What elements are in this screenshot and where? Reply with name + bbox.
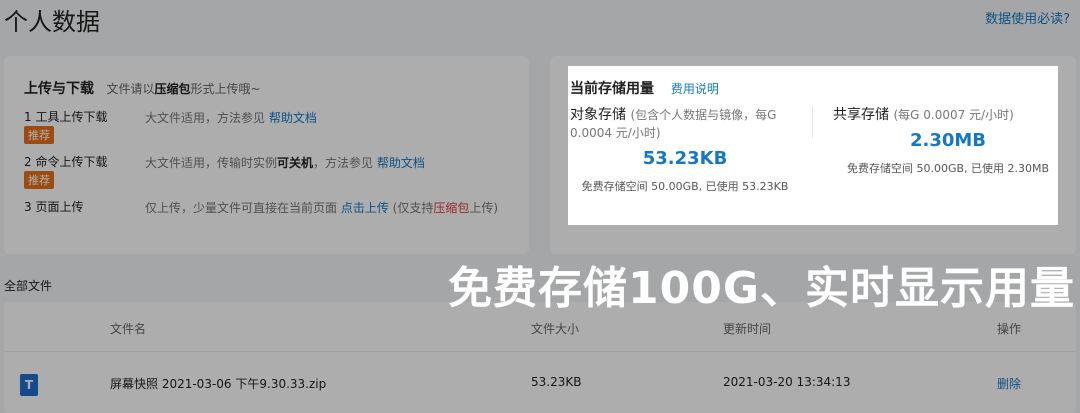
upload-download-card: 上传与下载 文件请以压缩包形式上传哦~ 1 工具上传下载 推荐 大文件适用，方法… [4,56,529,254]
col-updated-time: 更新时间 [723,322,772,336]
storage-usage-panel: 当前存储用量 费用说明 对象存储 (包含个人数据与镜像，每G 0.0004 元/… [568,66,1058,225]
all-files-title: 全部文件 [4,279,53,293]
click-upload-link[interactable]: 点击上传 [341,201,389,215]
data-usage-guide-link[interactable]: 数据使用必读? [985,8,1070,27]
upload-row-name: 2 命令上传下载 [24,155,108,169]
col-file-name: 文件名 [110,322,147,336]
shared-storage-column: 共享存储 (每G 0.0007 元/小时) 2.30MB 免费存储空间 50.0… [833,106,1063,177]
upload-row-name: 1 工具上传下载 [24,110,108,124]
shared-storage-usage: 免费存储空间 50.00GB, 已使用 2.30MB [846,162,1050,175]
document-icon: T [20,374,38,396]
recommend-badge: 推荐 [24,171,54,189]
object-storage-value: 53.23KB [642,148,728,169]
col-file-size: 文件大小 [531,322,580,336]
help-doc-link[interactable]: 帮助文档 [377,156,425,170]
file-table: 文件名 文件大小 更新时间 操作 T 屏幕快照 2021-03-06 下午9.3… [4,302,1076,413]
upload-header: 上传与下载 文件请以压缩包形式上传哦~ [24,78,261,98]
fee-info-link[interactable]: 费用说明 [671,82,719,96]
file-size: 53.23KB [531,375,582,389]
col-action: 操作 [997,322,1022,336]
upload-subtitle: 文件请以压缩包形式上传哦~ [106,82,261,96]
upload-row-desc: 大文件适用，方法参见 帮助文档 [145,111,317,125]
upload-row-name: 3 页面上传 [24,200,84,214]
help-doc-link[interactable]: 帮助文档 [269,111,317,125]
delete-button[interactable]: 删除 [997,375,1021,392]
object-storage-label: 对象存储 (包含个人数据与镜像，每G 0.0004 元/小时) [570,107,777,140]
object-storage-usage: 免费存储空间 50.00GB, 已使用 53.23KB [581,180,789,193]
promo-overlay-text: 免费存储100G、实时显示用量 [448,263,1075,314]
file-updated: 2021-03-20 13:34:13 [723,375,851,389]
shared-storage-label: 共享存储 (每G 0.0007 元/小时) [833,107,1014,123]
storage-divider [812,106,813,138]
upload-row-desc: 仅上传，少量文件可直接在当前页面 点击上传 (仅支持压缩包上传) [145,201,499,215]
file-name: 屏幕快照 2021-03-06 下午9.30.33.zip [110,377,327,391]
page-title: 个人数据 [4,8,100,36]
storage-header: 当前存储用量 费用说明 [570,78,719,98]
shared-storage-value: 2.30MB [909,130,987,151]
object-storage-column: 对象存储 (包含个人数据与镜像，每G 0.0004 元/小时) 53.23KB … [570,106,800,195]
table-row: T 屏幕快照 2021-03-06 下午9.30.33.zip 53.23KB … [4,354,1076,413]
storage-title: 当前存储用量 [570,81,654,97]
recommend-badge: 推荐 [24,126,54,144]
upload-title: 上传与下载 [24,81,94,97]
upload-row-desc: 大文件适用，传输时实例可关机，方法参见 帮助文档 [145,156,425,170]
